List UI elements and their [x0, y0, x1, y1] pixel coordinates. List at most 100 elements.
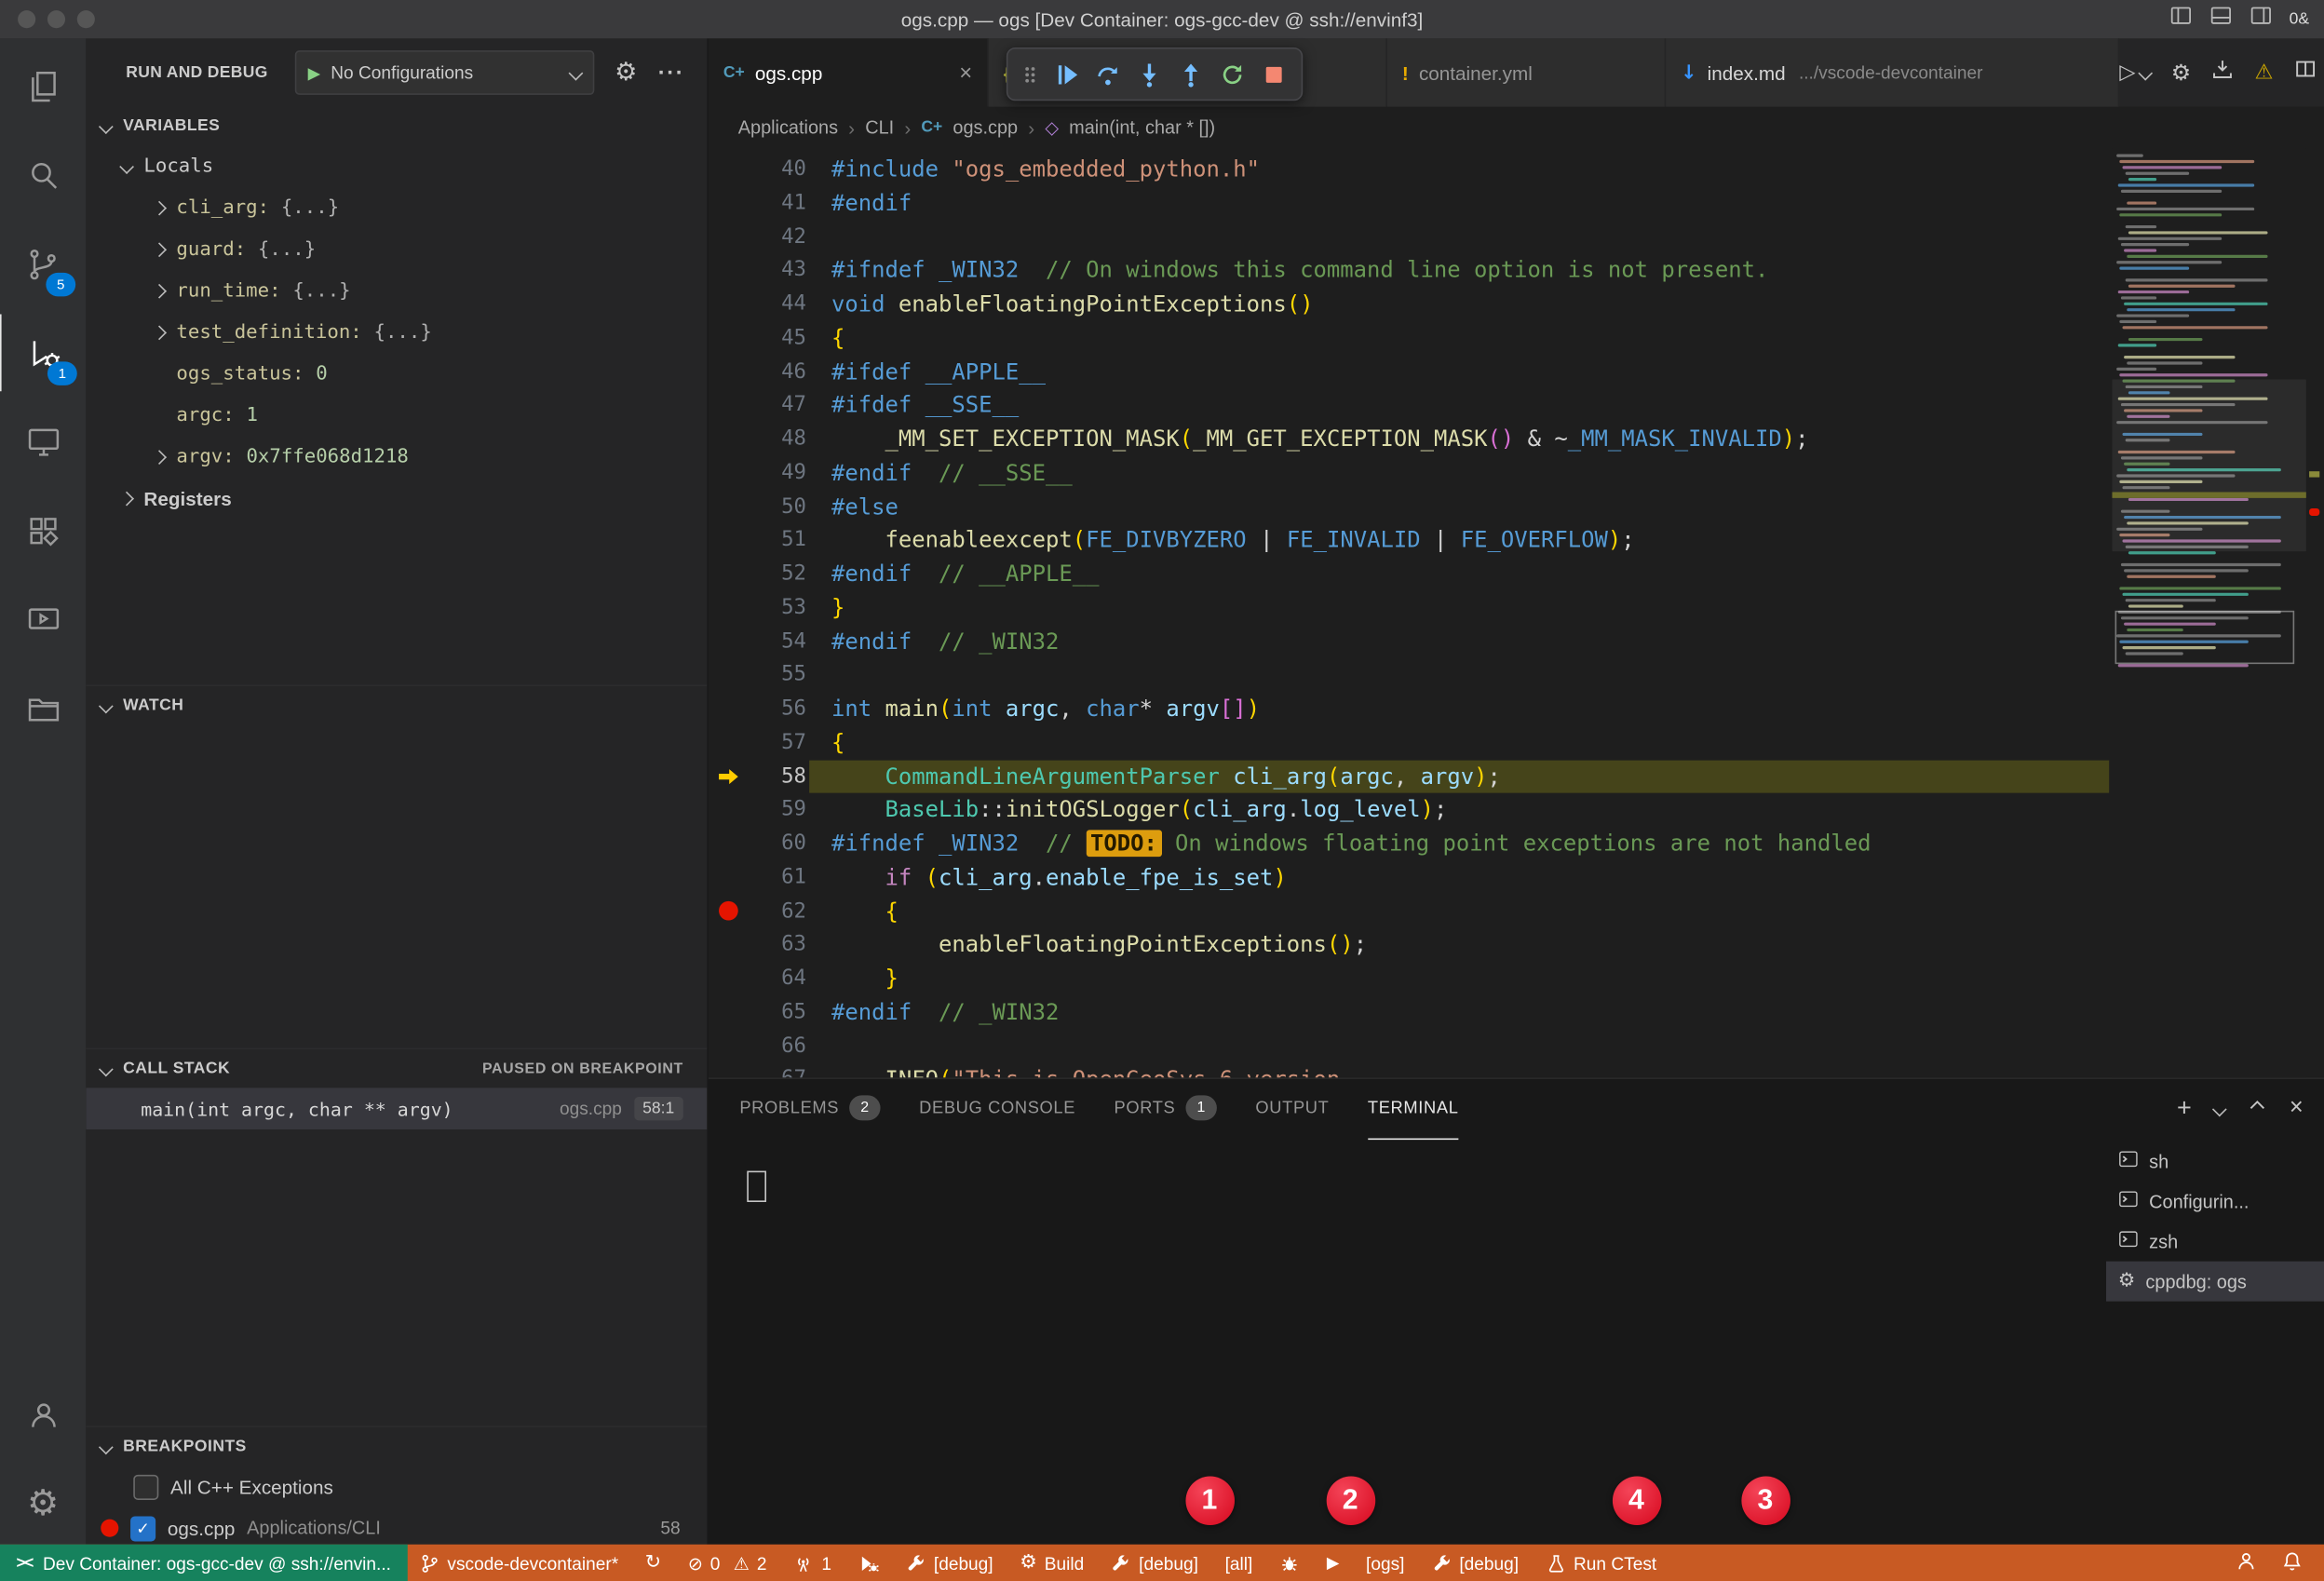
code-line[interactable]: 41#endif [709, 186, 2109, 220]
code-line[interactable]: 56int main(int argc, char* argv[]) [709, 692, 2109, 725]
panel-tab-debug-console[interactable]: DEBUG CONSOLE [919, 1078, 1075, 1139]
code-line[interactable]: 62 { [709, 895, 2109, 928]
editor-gutter[interactable]: 58 [709, 760, 809, 793]
editor-gutter[interactable]: 47 [709, 388, 809, 422]
variable-row[interactable]: argc:1 [86, 394, 707, 436]
toggle-sidebar-icon[interactable] [2169, 5, 2192, 34]
breakpoint-exceptions-row[interactable]: All C++ Exceptions [86, 1466, 707, 1507]
terminal-item[interactable]: ⚙cppdbg: ogs [2106, 1262, 2324, 1302]
editor-gutter[interactable]: 52 [709, 558, 809, 591]
status-item-problems[interactable]: ⊘0⚠2 [688, 1552, 767, 1573]
status-item-vscode-devcontainer[interactable]: vscode-devcontainer* [419, 1552, 618, 1573]
breakpoints-section-header[interactable]: BREAKPOINTS [86, 1426, 707, 1466]
code-line[interactable]: 59 BaseLib::initOGSLogger(cli_arg.log_le… [709, 793, 2109, 827]
sidebar-item-run-and-debug[interactable]: 1 [0, 314, 88, 391]
code-line[interactable]: 48 _MM_SET_EXCEPTION_MASK(_MM_GET_EXCEPT… [709, 423, 2109, 456]
editor-gutter[interactable]: 55 [709, 658, 809, 692]
variable-row[interactable]: test_definition:{...} [86, 311, 707, 353]
code-line[interactable]: 55 [709, 658, 2109, 692]
locals-row[interactable]: Locals [86, 145, 707, 187]
code-line[interactable]: 44void enableFloatingPointExceptions() [709, 288, 2109, 321]
watch-section-header[interactable]: WATCH [86, 684, 707, 724]
notifications-bell-icon[interactable] [2281, 1549, 2304, 1576]
breakpoint-icon[interactable] [709, 901, 747, 921]
status-item-RunCTest[interactable]: Run CTest [1546, 1552, 1656, 1573]
editor-gutter[interactable]: 67 [709, 1063, 809, 1078]
editor-gutter[interactable]: 53 [709, 591, 809, 625]
tab-ogs-cpp[interactable]: C+ ogs.cpp × [709, 38, 989, 106]
terminal-item[interactable]: Configurin... [2106, 1182, 2324, 1222]
code-line[interactable]: 40#include "ogs_embedded_python.h" [709, 153, 2109, 186]
continue-button[interactable] [1054, 61, 1079, 87]
breadcrumb-item[interactable]: ogs.cpp [953, 117, 1018, 138]
minimap[interactable] [2112, 148, 2306, 1077]
code-line[interactable]: 51 feenableexcept(FE_DIVBYZERO | FE_INVA… [709, 523, 2109, 557]
zoom-window-button[interactable] [77, 10, 95, 28]
toggle-panel-icon[interactable] [2209, 5, 2232, 34]
status-item-sync[interactable]: ↻ [645, 1552, 661, 1574]
editor-gutter[interactable]: 60 [709, 827, 809, 860]
variable-row[interactable]: argv:0x7ffe068d1218 [86, 436, 707, 478]
stop-button[interactable] [1262, 61, 1287, 87]
status-item-bug[interactable] [1279, 1552, 1300, 1573]
sidebar-item-remote-explorer[interactable] [0, 403, 86, 480]
sidebar-item-extensions[interactable] [0, 492, 86, 569]
gear-icon[interactable]: ⚙ [2171, 60, 2191, 87]
sidebar-item-source-control[interactable]: 5 [0, 225, 86, 303]
code-line[interactable]: 67 INFO("This is OpenGeoSys-6 version [709, 1063, 2109, 1078]
debug-settings-gear-icon[interactable]: ⚙ [615, 58, 637, 88]
editor-gutter[interactable]: 49 [709, 456, 809, 490]
tab-index-md[interactable]: ↓ index.md .../vscode-devcontainer [1666, 38, 2119, 106]
status-item-debug[interactable]: [debug] [1111, 1552, 1198, 1573]
status-item-ogs[interactable]: [ogs] [1366, 1552, 1404, 1573]
views-more-actions-button[interactable]: ··· [658, 60, 685, 85]
editor-gutter[interactable]: 42 [709, 220, 809, 253]
editor-gutter[interactable]: 54 [709, 625, 809, 658]
debug-configuration-select[interactable]: ▶ No Configurations [294, 50, 594, 95]
editor-gutter[interactable]: 59 [709, 793, 809, 827]
window-controls[interactable] [0, 10, 95, 28]
minimize-window-button[interactable] [47, 10, 65, 28]
sidebar-item-folder[interactable] [0, 670, 86, 748]
close-window-button[interactable] [18, 10, 35, 28]
terminal-item[interactable]: sh [2106, 1142, 2324, 1182]
editor-gutter[interactable]: 50 [709, 490, 809, 523]
remote-indicator[interactable]: >< Dev Container: ogs-gcc-dev @ ssh://en… [0, 1545, 407, 1581]
editor-gutter[interactable]: 51 [709, 523, 809, 557]
code-line[interactable]: 50#else [709, 490, 2109, 523]
new-terminal-button[interactable]: + [2177, 1094, 2192, 1124]
panel-tab-ports[interactable]: PORTS1 [1114, 1078, 1217, 1139]
status-item-debug[interactable]: [debug] [906, 1552, 993, 1573]
toggle-secondary-sidebar-icon[interactable] [2250, 5, 2272, 34]
status-item-play[interactable]: ▶ [1327, 1553, 1339, 1573]
breadcrumb-item[interactable]: Applications [738, 117, 838, 138]
terminal-viewport[interactable] [709, 1139, 2106, 1545]
chevron-down-icon[interactable] [2211, 1101, 2226, 1116]
panel-tab-terminal[interactable]: TERMINAL [1368, 1078, 1459, 1139]
warning-icon[interactable]: ⚠ [2255, 61, 2274, 84]
editor-gutter[interactable]: 45 [709, 321, 809, 355]
code-line[interactable]: 66 [709, 1030, 2109, 1063]
exceptions-checkbox[interactable] [133, 1474, 158, 1499]
code-line[interactable]: 64 } [709, 962, 2109, 995]
editor-gutter[interactable]: 46 [709, 355, 809, 388]
run-or-debug-button[interactable]: ▷ [2119, 61, 2150, 84]
status-item-all[interactable]: [all] [1225, 1552, 1253, 1573]
code-line[interactable]: 61 if (cli_arg.enable_fpe_is_set) [709, 860, 2109, 894]
variable-row[interactable]: run_time:{...} [86, 270, 707, 312]
editor-gutter[interactable]: 65 [709, 995, 809, 1029]
call-stack-section-header[interactable]: CALL STACK PAUSED ON BREAKPOINT [86, 1047, 707, 1088]
manage-button[interactable]: ⚙ [0, 1465, 86, 1542]
code-line[interactable]: 47#ifdef __SSE__ [709, 388, 2109, 422]
sidebar-item-live-preview[interactable] [0, 581, 86, 658]
maximize-panel-icon[interactable] [2247, 1095, 2267, 1123]
breadcrumb-item[interactable]: main(int, char * []) [1069, 117, 1215, 138]
breakpoint-checkbox[interactable]: ✓ [130, 1516, 155, 1541]
variable-row[interactable]: cli_arg:{...} [86, 187, 707, 229]
code-line[interactable]: 52#endif // __APPLE__ [709, 558, 2109, 591]
accounts-button[interactable] [0, 1375, 86, 1453]
step-out-button[interactable] [1179, 61, 1204, 87]
panel-tab-problems[interactable]: PROBLEMS2 [739, 1078, 880, 1139]
editor-gutter[interactable]: 63 [709, 928, 809, 962]
feedback-icon[interactable] [2235, 1549, 2257, 1576]
